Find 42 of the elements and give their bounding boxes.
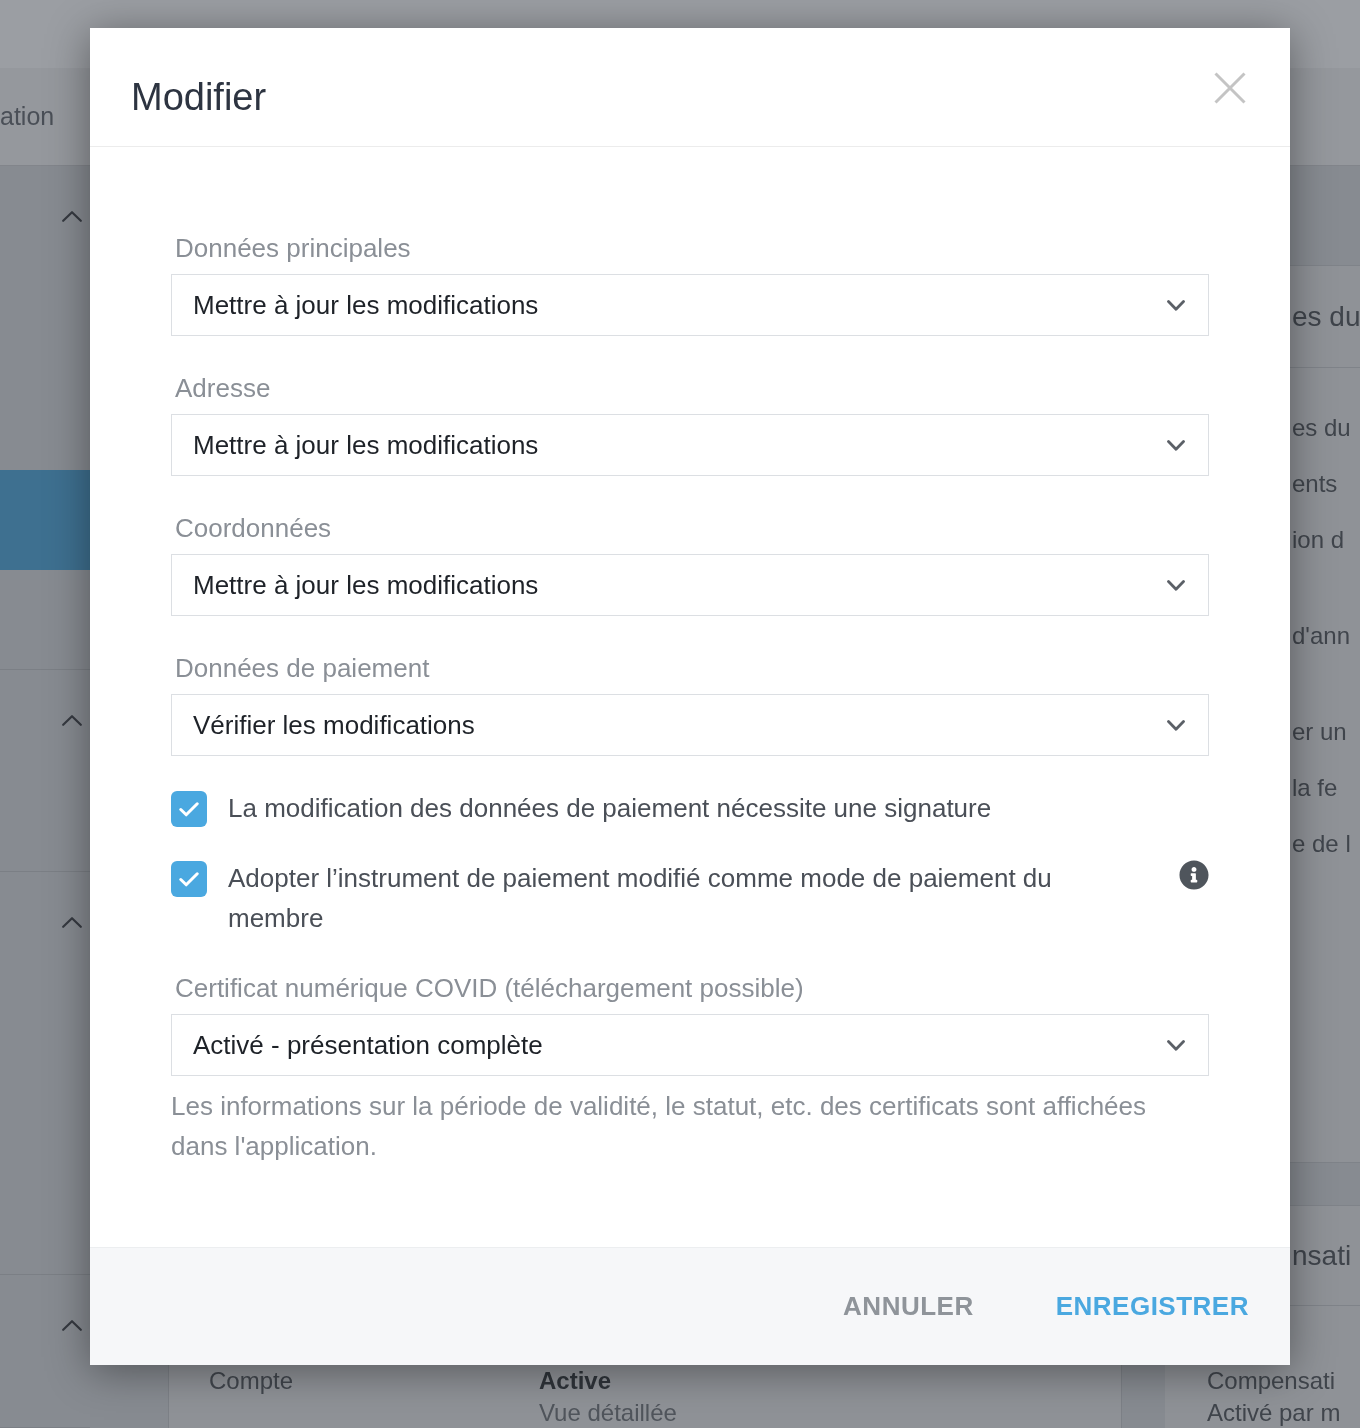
dropdown[interactable]: Mettre à jour les modifications [171, 414, 1209, 476]
dropdown[interactable]: Mettre à jour les modifications [171, 554, 1209, 616]
panel-text: Compensati [1207, 1367, 1337, 1395]
field-label: Données principales [174, 233, 412, 263]
panel-title: nsati [1292, 1238, 1352, 1273]
chevron-down-icon [1167, 299, 1185, 311]
chevron-down-icon [1167, 439, 1185, 451]
checkbox[interactable] [171, 861, 207, 897]
chevron-down-icon [1167, 719, 1185, 731]
panel-text: d'ann [1292, 621, 1351, 651]
dropdown[interactable]: Activé - présentation complète [171, 1014, 1209, 1076]
field-label: Certificat numérique COVID (téléchargement possible) [174, 973, 805, 1003]
chevron-up-icon[interactable] [62, 1320, 82, 1331]
checkbox-label: La modification des données de paiement nécessite une signature [228, 792, 992, 825]
info-icon[interactable] [1179, 860, 1209, 890]
close-icon [1214, 72, 1246, 104]
panel-text: ion d [1292, 525, 1346, 555]
field-label: Compte [208, 1367, 295, 1396]
field-value: Active [539, 1367, 613, 1395]
panel-text: ents [1292, 469, 1339, 499]
chevron-down-icon [1167, 1039, 1185, 1051]
chevron-up-icon[interactable] [62, 715, 82, 726]
panel-text: la fe [1292, 773, 1339, 803]
dropdown[interactable]: Vérifier les modifications [171, 694, 1209, 756]
chevron-up-icon[interactable] [62, 211, 82, 222]
field-label: Coordonnées [174, 513, 333, 543]
dropdown[interactable]: Mettre à jour les modifications [171, 274, 1209, 336]
panel-text: er un [1292, 717, 1348, 747]
panel-text: es du [1292, 413, 1352, 443]
field-label: Données de paiement [174, 653, 431, 683]
checkmark-icon [179, 871, 199, 887]
checkbox[interactable] [171, 791, 207, 827]
help-text: Les informations sur la période de validité, le statut, etc. des certificats sont affichées dans l'application. [171, 1090, 1148, 1163]
panel-title: es du [1292, 299, 1360, 334]
chevron-up-icon[interactable] [62, 917, 82, 928]
checkbox-label: Adopter l’instrument de paiement modifié comme mode de paiement du membre [228, 862, 1053, 935]
panel-text: Activé par m [1207, 1399, 1342, 1427]
dialog-title: Modifier [131, 75, 267, 120]
checkmark-icon [179, 801, 199, 817]
chevron-down-icon [1167, 579, 1185, 591]
panel-text: e de l [1292, 829, 1352, 859]
field-label: Adresse [174, 373, 272, 403]
